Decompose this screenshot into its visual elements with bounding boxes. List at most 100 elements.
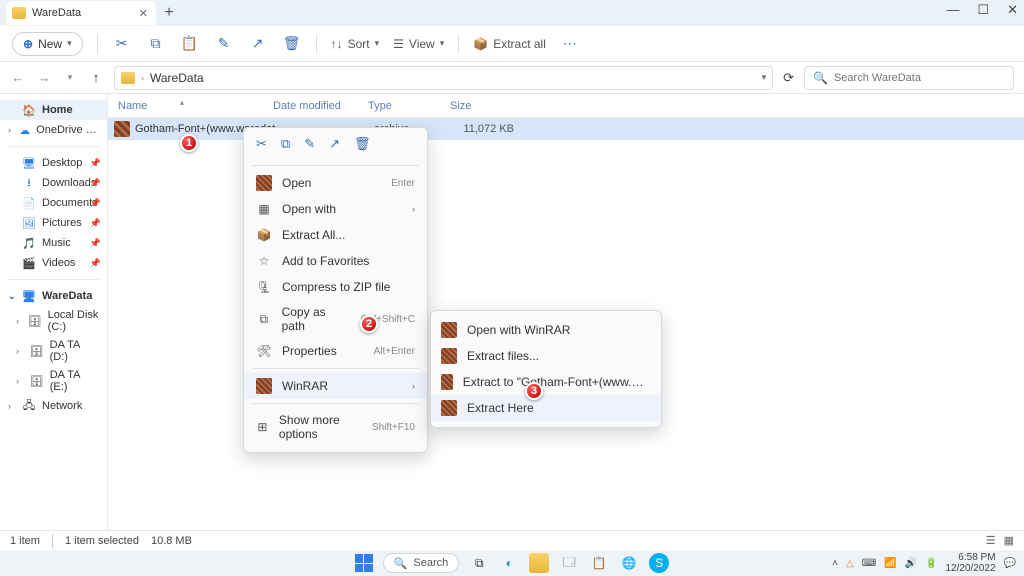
forward-icon[interactable]: → [36, 70, 52, 85]
plus-icon: ⊕ [23, 37, 33, 51]
sidebar-item-data-d[interactable]: ›🗄DA TA (D:) [0, 336, 107, 366]
sidebar-item-network[interactable]: ›🖧Network [0, 396, 107, 416]
delete-icon[interactable]: 🗑 [354, 136, 371, 152]
ctx-open[interactable]: OpenEnter [244, 170, 427, 196]
sidebar-item-downloads[interactable]: ⭳Downloads📌 [0, 173, 107, 193]
ctx-label: Extract to "Gotham-Font+(www.waredata.co… [463, 375, 651, 389]
tray-chevron-icon[interactable]: ˄ [832, 558, 838, 569]
sidebar-item-onedrive[interactable]: ›☁OneDrive - Persona [0, 120, 107, 140]
breadcrumb[interactable]: › WareData ▾ [114, 66, 773, 90]
new-button[interactable]: ⊕ New ▾ [12, 32, 83, 56]
ctx-label: Open with [282, 202, 336, 216]
edge-icon[interactable]: ◐ [499, 553, 519, 573]
sidebar-item-localdisk[interactable]: ›🗄Local Disk (C:) [0, 306, 107, 336]
back-icon[interactable]: ← [10, 70, 26, 85]
ctx-open-with[interactable]: ▦Open with› [244, 196, 427, 222]
ctx-more-options[interactable]: ⊞Show more optionsShift+F10 [244, 408, 427, 446]
taskbar-search[interactable]: 🔍Search [383, 553, 460, 573]
taskview-icon[interactable]: ⧉ [469, 553, 489, 573]
search-input[interactable] [834, 72, 1005, 84]
ctx-properties[interactable]: 🛠PropertiesAlt+Enter [244, 338, 427, 364]
ctx-zip[interactable]: 🗜Compress to ZIP file [244, 274, 427, 300]
paste-icon[interactable]: 📋 [180, 35, 200, 52]
sidebar-item-waredata[interactable]: ⌄🖥WareData [0, 286, 107, 306]
pin-icon: 📌 [90, 178, 101, 189]
rar-icon [256, 175, 272, 191]
rar-icon [441, 400, 457, 416]
delete-icon[interactable]: 🗑 [282, 35, 302, 52]
extract-all-button[interactable]: 📦 Extract all [473, 37, 546, 51]
wifi-icon[interactable]: 📶 [884, 558, 896, 569]
sub-extract-files[interactable]: Extract files... [431, 343, 661, 369]
new-label: New [38, 37, 62, 51]
new-tab-button[interactable]: + [156, 4, 182, 22]
refresh-icon[interactable]: ⟳ [783, 70, 794, 86]
skype-icon[interactable]: S [649, 553, 669, 573]
chevron-down-icon[interactable]: ▾ [62, 72, 78, 83]
search-box[interactable]: 🔍 [804, 66, 1014, 90]
sidebar-item-videos[interactable]: 🎬Videos📌 [0, 253, 107, 273]
ctx-favorites[interactable]: ☆Add to Favorites [244, 248, 427, 274]
view-button[interactable]: ☰ View ▾ [393, 37, 444, 51]
cut-icon[interactable]: ✂ [112, 35, 132, 52]
sort-button[interactable]: ↑↓ Sort ▾ [331, 37, 380, 51]
ctx-copy-path[interactable]: ⧉Copy as pathCtrl+Shift+C [244, 300, 427, 338]
sub-open-winrar[interactable]: Open with WinRAR [431, 317, 661, 343]
details-view-icon[interactable]: ☰ [986, 534, 996, 547]
sidebar-label: Desktop [42, 157, 82, 169]
pin-icon: 📌 [90, 238, 101, 249]
star-icon: ☆ [256, 253, 272, 269]
close-tab-icon[interactable]: ✕ [139, 7, 148, 20]
file-size: 11,072 KB [456, 123, 514, 135]
close-icon[interactable]: ✕ [1007, 2, 1018, 18]
ctx-winrar[interactable]: WinRAR› [244, 373, 427, 399]
ctx-label: Open with WinRAR [467, 323, 570, 337]
column-size[interactable]: Size [450, 100, 500, 112]
column-name[interactable]: Name▴ [108, 100, 273, 112]
rar-icon [441, 322, 457, 338]
nav-row: ← → ▾ ↑ › WareData ▾ ⟳ 🔍 [0, 62, 1024, 94]
share-icon[interactable]: ↗ [248, 35, 268, 52]
onedrive-icon[interactable]: △ [846, 558, 854, 569]
window-tab[interactable]: WareData ✕ [6, 1, 156, 25]
sidebar-item-music[interactable]: 🎵Music📌 [0, 233, 107, 253]
ctx-extract-all[interactable]: 📦Extract All... [244, 222, 427, 248]
sidebar-item-data-e[interactable]: ›🗄DA TA (E:) [0, 366, 107, 396]
monitor-icon: 🖥 [22, 289, 36, 303]
column-date[interactable]: Date modified [273, 100, 368, 112]
rename-icon[interactable]: ✎ [304, 136, 315, 152]
volume-icon[interactable]: 🔊 [905, 558, 917, 569]
drive-icon: 🗄 [28, 314, 42, 328]
maximize-icon[interactable]: ☐ [977, 2, 989, 18]
app-icon[interactable]: 📋 [589, 553, 609, 573]
status-selected: 1 item selected [65, 535, 139, 547]
sub-extract-to[interactable]: Extract to "Gotham-Font+(www.waredata.co… [431, 369, 661, 395]
ctx-shortcut: Alt+Enter [374, 346, 415, 357]
cut-icon[interactable]: ✂ [256, 136, 267, 152]
sub-extract-here[interactable]: Extract Here [431, 395, 661, 421]
sidebar-item-documents[interactable]: 📄Documents📌 [0, 193, 107, 213]
copy-icon[interactable]: ⧉ [146, 35, 166, 52]
app-icon[interactable]: 🗔 [559, 553, 579, 573]
chrome-icon[interactable]: 🌐 [619, 553, 639, 573]
sidebar-item-pictures[interactable]: 🖼Pictures📌 [0, 213, 107, 233]
notifications-icon[interactable]: 💬 [1004, 558, 1016, 569]
chevron-down-icon[interactable]: ▾ [762, 72, 767, 83]
sidebar-item-home[interactable]: 🏠Home [0, 100, 107, 120]
column-type[interactable]: Type [368, 100, 450, 112]
more-icon[interactable]: ⋯ [560, 35, 580, 52]
sidebar-item-desktop[interactable]: 🖥Desktop📌 [0, 153, 107, 173]
sort-icon: ↑↓ [331, 37, 343, 51]
minimize-icon[interactable]: — [946, 2, 959, 18]
share-icon[interactable]: ↗ [329, 136, 340, 152]
clock[interactable]: 6:58 PM 12/20/2022 [945, 552, 995, 574]
copy-icon[interactable]: ⧉ [281, 136, 290, 152]
tab-title: WareData [32, 7, 81, 19]
language-icon[interactable]: ⌨ [862, 558, 876, 569]
explorer-icon[interactable] [529, 553, 549, 573]
thumbnail-view-icon[interactable]: ▦ [1004, 534, 1014, 547]
up-icon[interactable]: ↑ [88, 70, 104, 85]
battery-icon[interactable]: 🔋 [925, 558, 937, 569]
rename-icon[interactable]: ✎ [214, 35, 234, 52]
start-button[interactable] [355, 554, 373, 572]
